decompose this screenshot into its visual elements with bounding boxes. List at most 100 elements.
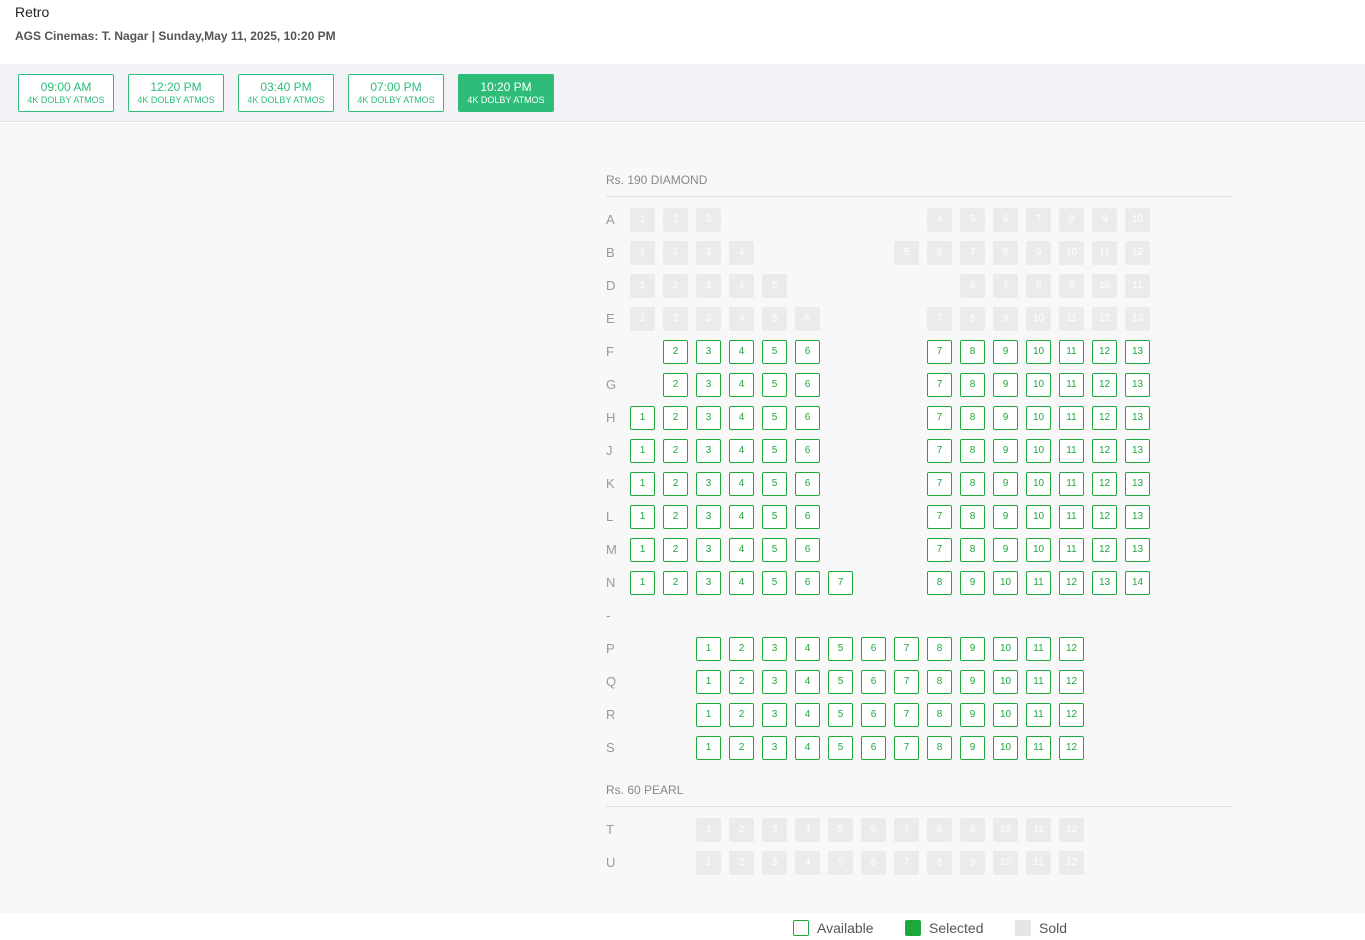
seat-Q-12[interactable]: 12 bbox=[1059, 670, 1084, 694]
seat-P-9[interactable]: 9 bbox=[960, 637, 985, 661]
seat-H-11[interactable]: 11 bbox=[1059, 406, 1084, 430]
seat-G-3[interactable]: 3 bbox=[696, 373, 721, 397]
seat-F-5[interactable]: 5 bbox=[762, 340, 787, 364]
seat-H-12[interactable]: 12 bbox=[1092, 406, 1117, 430]
seat-L-12[interactable]: 12 bbox=[1092, 505, 1117, 529]
seat-S-4[interactable]: 4 bbox=[795, 736, 820, 760]
seat-S-10[interactable]: 10 bbox=[993, 736, 1018, 760]
seat-J-5[interactable]: 5 bbox=[762, 439, 787, 463]
seat-Q-7[interactable]: 7 bbox=[894, 670, 919, 694]
seat-F-2[interactable]: 2 bbox=[663, 340, 688, 364]
seat-J-6[interactable]: 6 bbox=[795, 439, 820, 463]
seat-Q-1[interactable]: 1 bbox=[696, 670, 721, 694]
showtime-button-1220[interactable]: 12:20 PM 4K DOLBY ATMOS bbox=[128, 74, 224, 112]
seat-H-3[interactable]: 3 bbox=[696, 406, 721, 430]
seat-S-9[interactable]: 9 bbox=[960, 736, 985, 760]
seat-M-12[interactable]: 12 bbox=[1092, 538, 1117, 562]
seat-Q-3[interactable]: 3 bbox=[762, 670, 787, 694]
seat-N-9[interactable]: 9 bbox=[960, 571, 985, 595]
seat-N-6[interactable]: 6 bbox=[795, 571, 820, 595]
seat-J-13[interactable]: 13 bbox=[1125, 439, 1150, 463]
seat-H-10[interactable]: 10 bbox=[1026, 406, 1051, 430]
seat-P-1[interactable]: 1 bbox=[696, 637, 721, 661]
seat-P-4[interactable]: 4 bbox=[795, 637, 820, 661]
seat-L-10[interactable]: 10 bbox=[1026, 505, 1051, 529]
seat-R-10[interactable]: 10 bbox=[993, 703, 1018, 727]
seat-J-3[interactable]: 3 bbox=[696, 439, 721, 463]
seat-N-11[interactable]: 11 bbox=[1026, 571, 1051, 595]
seat-F-9[interactable]: 9 bbox=[993, 340, 1018, 364]
seat-G-5[interactable]: 5 bbox=[762, 373, 787, 397]
seat-P-12[interactable]: 12 bbox=[1059, 637, 1084, 661]
seat-M-6[interactable]: 6 bbox=[795, 538, 820, 562]
seat-R-4[interactable]: 4 bbox=[795, 703, 820, 727]
seat-S-3[interactable]: 3 bbox=[762, 736, 787, 760]
seat-J-7[interactable]: 7 bbox=[927, 439, 952, 463]
seat-K-3[interactable]: 3 bbox=[696, 472, 721, 496]
seat-R-5[interactable]: 5 bbox=[828, 703, 853, 727]
seat-L-13[interactable]: 13 bbox=[1125, 505, 1150, 529]
seat-K-7[interactable]: 7 bbox=[927, 472, 952, 496]
seat-J-4[interactable]: 4 bbox=[729, 439, 754, 463]
showtime-button-1020[interactable]: 10:20 PM 4K DOLBY ATMOS bbox=[458, 74, 554, 112]
seat-G-11[interactable]: 11 bbox=[1059, 373, 1084, 397]
seat-R-9[interactable]: 9 bbox=[960, 703, 985, 727]
seat-L-3[interactable]: 3 bbox=[696, 505, 721, 529]
seat-M-10[interactable]: 10 bbox=[1026, 538, 1051, 562]
showtime-button-0340[interactable]: 03:40 PM 4K DOLBY ATMOS bbox=[238, 74, 334, 112]
seat-N-4[interactable]: 4 bbox=[729, 571, 754, 595]
seat-K-8[interactable]: 8 bbox=[960, 472, 985, 496]
seat-F-3[interactable]: 3 bbox=[696, 340, 721, 364]
seat-G-9[interactable]: 9 bbox=[993, 373, 1018, 397]
seat-R-6[interactable]: 6 bbox=[861, 703, 886, 727]
seat-M-11[interactable]: 11 bbox=[1059, 538, 1084, 562]
seat-L-9[interactable]: 9 bbox=[993, 505, 1018, 529]
seat-R-7[interactable]: 7 bbox=[894, 703, 919, 727]
seat-Q-4[interactable]: 4 bbox=[795, 670, 820, 694]
seat-N-14[interactable]: 14 bbox=[1125, 571, 1150, 595]
seat-S-6[interactable]: 6 bbox=[861, 736, 886, 760]
seat-M-4[interactable]: 4 bbox=[729, 538, 754, 562]
seat-F-11[interactable]: 11 bbox=[1059, 340, 1084, 364]
seat-N-8[interactable]: 8 bbox=[927, 571, 952, 595]
seat-S-8[interactable]: 8 bbox=[927, 736, 952, 760]
seat-G-13[interactable]: 13 bbox=[1125, 373, 1150, 397]
seat-P-5[interactable]: 5 bbox=[828, 637, 853, 661]
seat-M-5[interactable]: 5 bbox=[762, 538, 787, 562]
seat-L-11[interactable]: 11 bbox=[1059, 505, 1084, 529]
seat-K-6[interactable]: 6 bbox=[795, 472, 820, 496]
seat-H-2[interactable]: 2 bbox=[663, 406, 688, 430]
seat-S-5[interactable]: 5 bbox=[828, 736, 853, 760]
seat-H-1[interactable]: 1 bbox=[630, 406, 655, 430]
seat-S-12[interactable]: 12 bbox=[1059, 736, 1084, 760]
seat-M-2[interactable]: 2 bbox=[663, 538, 688, 562]
seat-F-8[interactable]: 8 bbox=[960, 340, 985, 364]
showtime-button-0900[interactable]: 09:00 AM 4K DOLBY ATMOS bbox=[18, 74, 114, 112]
seat-P-6[interactable]: 6 bbox=[861, 637, 886, 661]
seat-F-4[interactable]: 4 bbox=[729, 340, 754, 364]
seat-P-7[interactable]: 7 bbox=[894, 637, 919, 661]
seat-H-8[interactable]: 8 bbox=[960, 406, 985, 430]
seat-K-5[interactable]: 5 bbox=[762, 472, 787, 496]
seat-Q-8[interactable]: 8 bbox=[927, 670, 952, 694]
seat-S-7[interactable]: 7 bbox=[894, 736, 919, 760]
seat-N-7[interactable]: 7 bbox=[828, 571, 853, 595]
seat-N-12[interactable]: 12 bbox=[1059, 571, 1084, 595]
seat-J-11[interactable]: 11 bbox=[1059, 439, 1084, 463]
seat-P-2[interactable]: 2 bbox=[729, 637, 754, 661]
seat-M-7[interactable]: 7 bbox=[927, 538, 952, 562]
seat-R-3[interactable]: 3 bbox=[762, 703, 787, 727]
seat-Q-11[interactable]: 11 bbox=[1026, 670, 1051, 694]
seat-M-1[interactable]: 1 bbox=[630, 538, 655, 562]
seat-M-9[interactable]: 9 bbox=[993, 538, 1018, 562]
seat-K-13[interactable]: 13 bbox=[1125, 472, 1150, 496]
seat-K-9[interactable]: 9 bbox=[993, 472, 1018, 496]
seat-G-8[interactable]: 8 bbox=[960, 373, 985, 397]
seat-N-5[interactable]: 5 bbox=[762, 571, 787, 595]
seat-J-8[interactable]: 8 bbox=[960, 439, 985, 463]
seat-Q-10[interactable]: 10 bbox=[993, 670, 1018, 694]
seat-P-3[interactable]: 3 bbox=[762, 637, 787, 661]
seat-L-2[interactable]: 2 bbox=[663, 505, 688, 529]
seat-F-10[interactable]: 10 bbox=[1026, 340, 1051, 364]
seat-K-1[interactable]: 1 bbox=[630, 472, 655, 496]
